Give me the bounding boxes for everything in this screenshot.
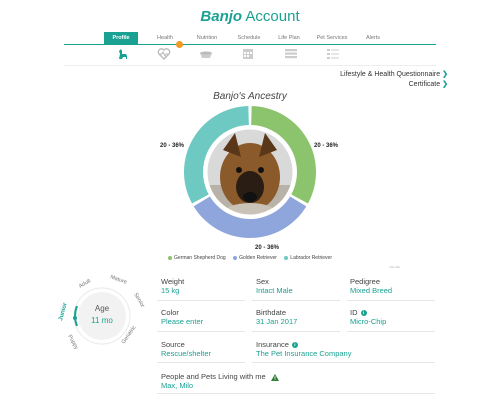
slice-label-2: 20 - 36%	[255, 245, 280, 251]
divider	[347, 331, 435, 332]
weight-field[interactable]: Weight 15 kg	[161, 277, 247, 296]
slice-label-1: 20 - 36%	[314, 143, 339, 149]
people-field[interactable]: People and Pets Living with me Max, Milo	[161, 372, 361, 391]
questionnaire-link[interactable]: Lifestyle & Health Questionnaire ❯	[340, 70, 448, 80]
info-icon[interactable]: i	[360, 310, 367, 317]
source-field[interactable]: Source Rescue/shelter	[161, 340, 247, 359]
legend-swatch	[168, 255, 173, 260]
info-icon[interactable]: i	[291, 342, 298, 349]
divider	[252, 331, 340, 332]
food-bowl-icon[interactable]	[199, 47, 213, 60]
tab-nutrition[interactable]: Nutrition	[192, 32, 222, 44]
main-nav: Profile Health Nutrition Schedule Life P…	[64, 32, 436, 44]
chevron-right-icon: ❯	[442, 81, 448, 88]
stage-junior[interactable]: Junior	[58, 302, 69, 322]
chart-legend: German Shepherd Dog Golden Retriever Lab…	[0, 255, 500, 261]
divider	[347, 300, 435, 301]
dog-icon[interactable]	[116, 47, 130, 60]
pedigree-field[interactable]: Pedigree Mixed Breed	[350, 277, 436, 296]
heart-pulse-icon[interactable]	[157, 47, 171, 60]
legend-swatch	[284, 255, 289, 260]
id-field[interactable]: ID i Micro-Chip	[350, 308, 436, 327]
tab-life-plan[interactable]: Life Plan	[274, 32, 304, 44]
legend-item: Golden Retriever	[233, 255, 277, 261]
checklist-icon[interactable]	[326, 47, 340, 60]
slice-label-0: 20 - 36%	[160, 143, 185, 149]
sex-field[interactable]: Sex Intact Male	[256, 277, 342, 296]
calendar-icon[interactable]	[241, 47, 255, 60]
stage-mature[interactable]: Mature	[109, 274, 127, 285]
legend-item: German Shepherd Dog	[168, 255, 226, 261]
legend-swatch	[233, 255, 238, 260]
section-divider	[64, 65, 436, 66]
divider	[157, 393, 435, 394]
age-dial[interactable]: Age 11 mo Junior Adult Mature Senior Ger…	[50, 266, 154, 366]
ancestry-title: Banjo's Ancestry	[213, 91, 287, 102]
health-badge	[176, 41, 183, 48]
page-title: Banjo Account	[0, 8, 500, 25]
divider	[252, 300, 340, 301]
insurance-field[interactable]: Insurance i The Pet Insurance Company	[256, 340, 396, 359]
divider	[157, 362, 245, 363]
small-note: Pet Info	[389, 265, 400, 269]
divider	[157, 331, 245, 332]
chevron-right-icon: ❯	[442, 71, 448, 78]
divider	[157, 300, 245, 301]
stage-adult[interactable]: Adult	[78, 278, 92, 290]
birthdate-field[interactable]: Birthdate 31 Jan 2017	[256, 308, 342, 327]
title-suffix: Account	[245, 8, 300, 25]
age-value: 11 mo	[91, 316, 113, 325]
legend-item: Labrador Retriever	[284, 255, 332, 261]
warning-icon	[270, 373, 279, 381]
tab-alerts[interactable]: Alerts	[360, 32, 386, 44]
stage-senior[interactable]: Senior	[132, 292, 145, 309]
account-links: Lifestyle & Health Questionnaire ❯ Certif…	[340, 70, 448, 90]
list-icon[interactable]	[284, 47, 298, 60]
tab-schedule[interactable]: Schedule	[232, 32, 266, 44]
age-label: Age	[95, 304, 110, 313]
color-field[interactable]: Color Please enter	[161, 308, 247, 327]
divider	[252, 362, 435, 363]
stage-puppy[interactable]: Puppy	[66, 334, 79, 351]
ancestry-donut-chart	[184, 106, 316, 238]
pet-name: Banjo	[200, 8, 243, 25]
certificate-link[interactable]: Certificate ❯	[340, 80, 448, 90]
nav-underline	[64, 44, 436, 45]
tab-profile[interactable]: Profile	[104, 32, 138, 44]
tab-pet-services[interactable]: Pet Services	[312, 32, 352, 44]
